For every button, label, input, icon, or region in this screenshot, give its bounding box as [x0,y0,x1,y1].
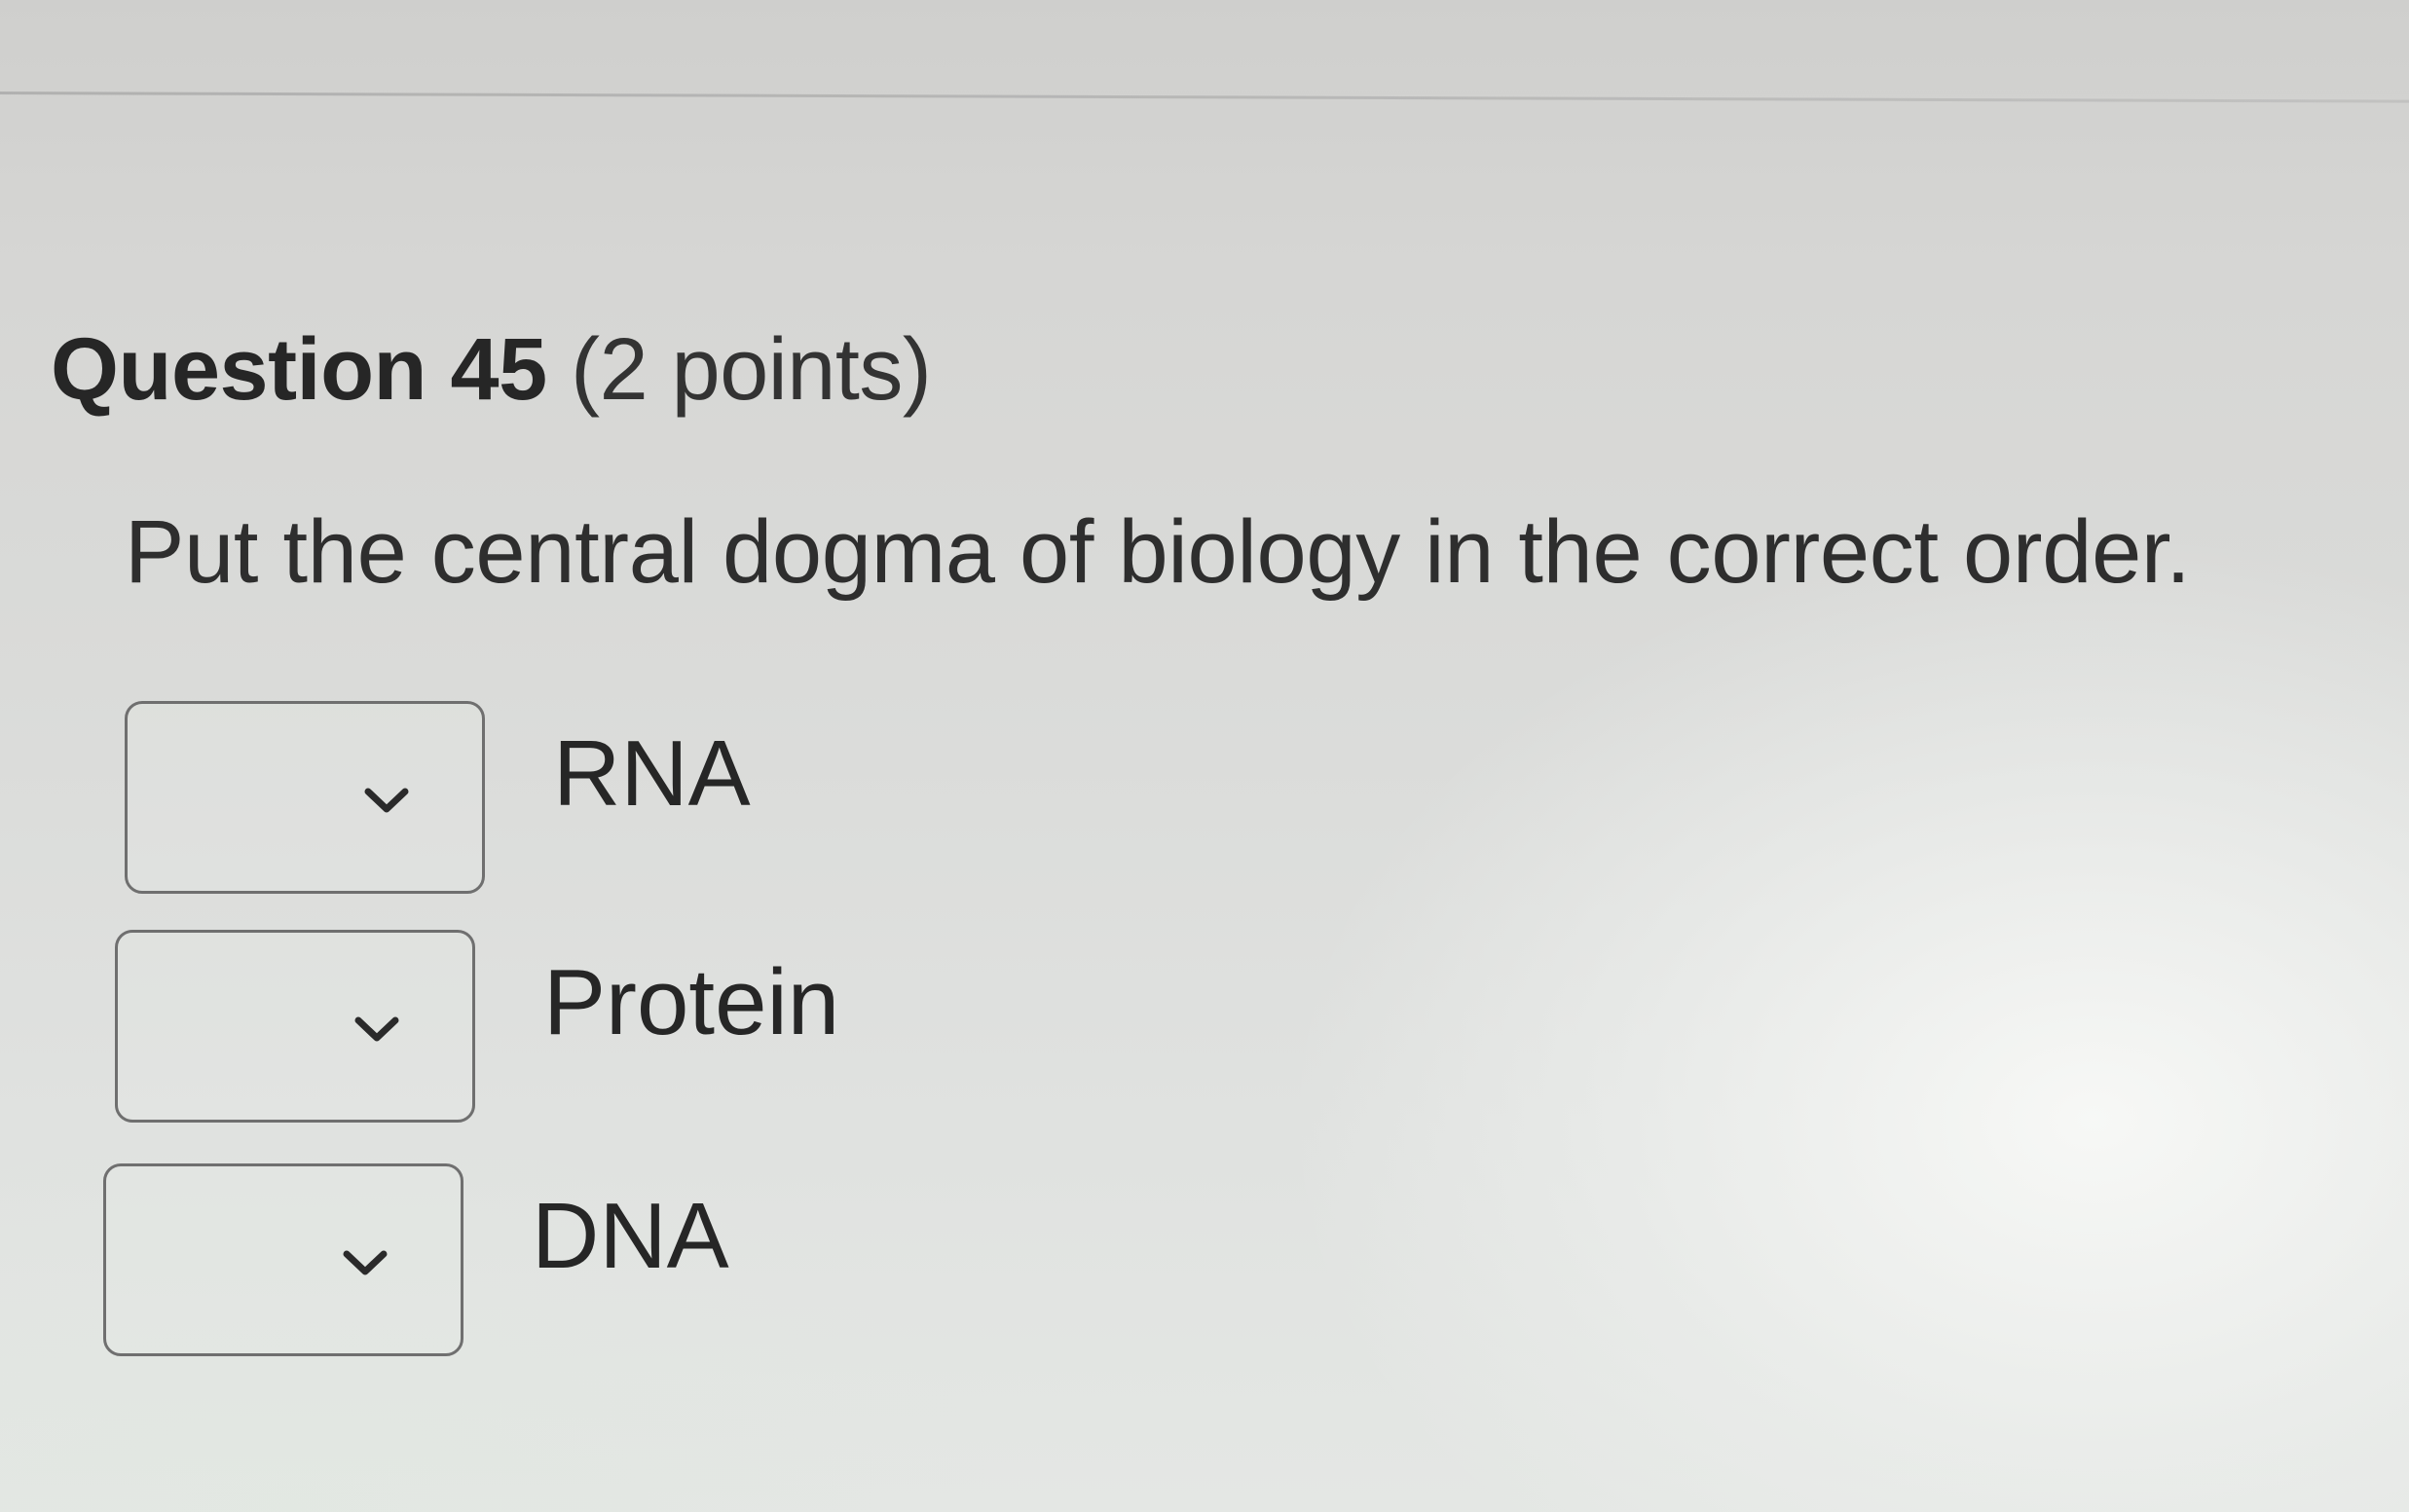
order-select-protein[interactable] [115,930,475,1123]
order-item-label-dna: DNA [532,1184,729,1288]
question-title: Question 45 [51,321,547,419]
order-item-label-protein: Protein [543,950,840,1054]
order-item-label-rna: RNA [553,721,751,826]
top-divider [0,92,2409,103]
order-select-dna[interactable] [103,1163,463,1356]
chevron-down-icon [342,1248,389,1277]
chevron-down-icon [363,786,410,815]
question-header: Question 45 (2 points) [51,316,932,424]
chevron-down-icon [353,1014,400,1044]
question-points: (2 points) [571,321,932,419]
order-select-rna[interactable] [125,701,485,894]
question-prompt: Put the central dogma of biology in the … [125,502,2191,602]
